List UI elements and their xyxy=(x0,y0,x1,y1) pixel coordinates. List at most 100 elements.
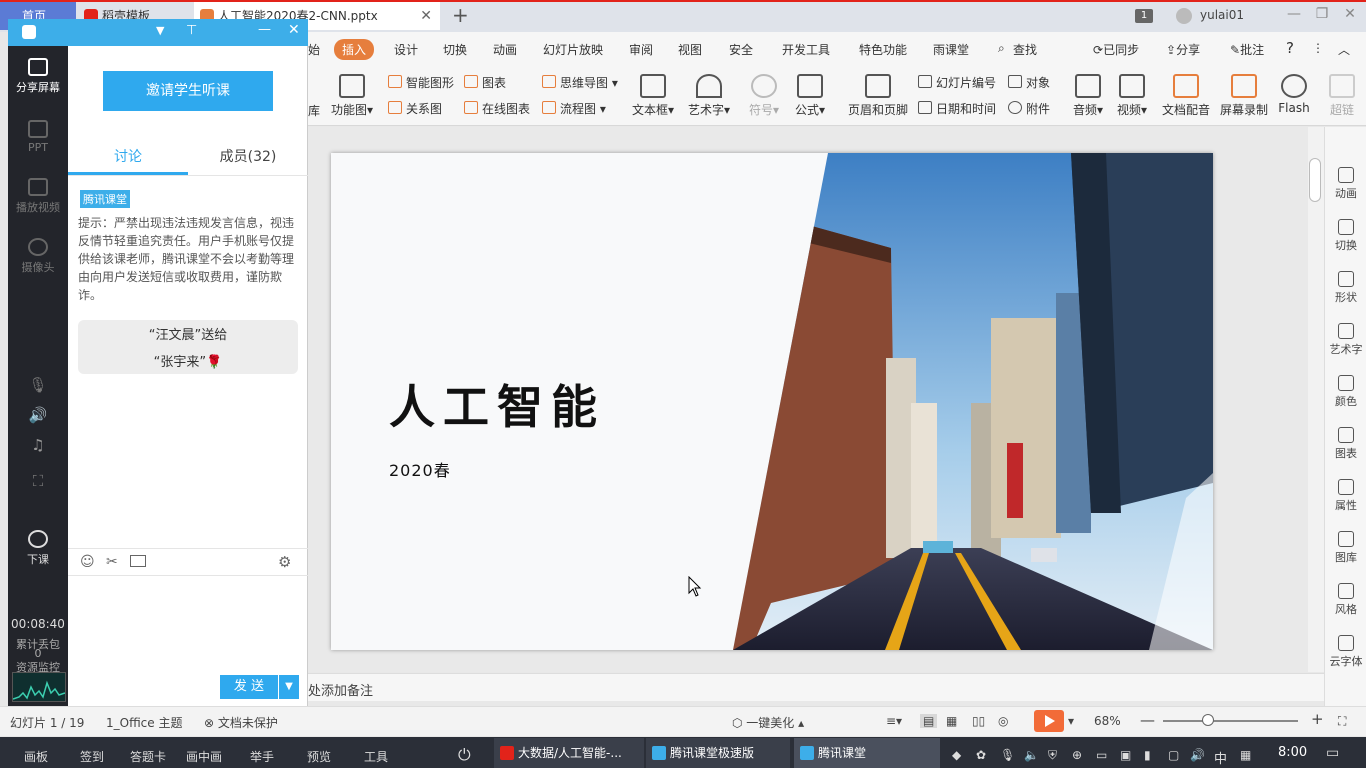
notes-toggle-icon[interactable]: ≡▾ xyxy=(886,714,902,728)
close-icon[interactable]: ✕ xyxy=(288,22,300,38)
object-button[interactable]: 对象 xyxy=(1008,74,1050,91)
formula-button[interactable]: 公式▾ xyxy=(790,74,830,118)
close-window-icon[interactable]: ✕ xyxy=(1340,6,1360,22)
taskbar-signin[interactable]: 签到 xyxy=(80,748,104,765)
ime-indicator[interactable]: 中 xyxy=(1214,748,1227,767)
zoom-slider[interactable] xyxy=(1163,720,1298,722)
tray-volume-icon[interactable]: 🔊 xyxy=(1190,748,1205,762)
minimize-icon[interactable]: — xyxy=(258,22,271,37)
vertical-scrollbar[interactable] xyxy=(1308,127,1324,672)
presenter-view-icon[interactable]: ◎ xyxy=(998,714,1008,728)
gear-icon[interactable]: ⚙ xyxy=(278,553,291,571)
ribbon-tab-features[interactable]: 特色功能 xyxy=(859,41,907,58)
taskbar-board[interactable]: 画板 xyxy=(24,748,48,765)
screenrec-button[interactable]: 屏幕录制 xyxy=(1216,74,1272,118)
panel-shape[interactable]: 形状 xyxy=(1325,271,1366,305)
taskbar-pip[interactable]: 画中画 xyxy=(186,748,222,765)
headerfooter-button[interactable]: 页眉和页脚 xyxy=(848,74,908,118)
flash-button[interactable]: Flash xyxy=(1274,74,1314,115)
panel-transition[interactable]: 切换 xyxy=(1325,219,1366,253)
tray-monitor-icon[interactable]: ▢ xyxy=(1168,748,1179,762)
end-class-button[interactable]: 下课 xyxy=(8,530,68,567)
zoom-in-icon[interactable]: + xyxy=(1311,710,1324,728)
clock[interactable]: 8:00 xyxy=(1278,745,1307,760)
reading-view-icon[interactable]: ▯▯ xyxy=(972,714,985,728)
invite-students-button[interactable]: 邀请学生听课 xyxy=(103,71,273,111)
flowchart-button[interactable]: 流程图 ▾ xyxy=(542,100,606,117)
share-button[interactable]: ⇪分享 xyxy=(1166,41,1200,58)
normal-view-icon[interactable]: ▤ xyxy=(920,714,938,728)
camera-button[interactable]: 摄像头 xyxy=(8,238,68,275)
panel-gallery[interactable]: 图库 xyxy=(1325,531,1366,565)
wordart-button[interactable]: 艺术字▾ xyxy=(684,74,734,118)
slide-subtitle[interactable]: 2020春 xyxy=(389,457,451,481)
panel-cloudfont[interactable]: 云字体 xyxy=(1325,635,1366,669)
ribbon-tab-view[interactable]: 视图 xyxy=(678,41,702,58)
symbol-button[interactable]: 符号▾ xyxy=(744,74,784,118)
close-tab-icon[interactable]: ✕ xyxy=(420,2,432,30)
slide-title[interactable]: 人工智能 xyxy=(389,371,605,437)
play-video-button[interactable]: 播放视频 xyxy=(8,178,68,215)
onlinechart-button[interactable]: 在线图表 xyxy=(464,100,530,117)
tab-discussion[interactable]: 讨论 xyxy=(68,146,188,166)
slide-sorter-icon[interactable]: ▦ xyxy=(946,714,957,728)
power-icon[interactable]: ⏻ xyxy=(458,745,471,765)
taskbar-task-tencent-lite[interactable]: 腾讯课堂极速版 xyxy=(646,738,790,768)
notification-icon[interactable]: ▭ xyxy=(1326,745,1339,761)
tray-cube-icon[interactable]: ◆ xyxy=(952,748,961,762)
ribbon-tab-developer[interactable]: 开发工具 xyxy=(782,41,830,58)
pin-icon[interactable]: ⊤ xyxy=(186,23,197,38)
ribbon-tab-transition[interactable]: 切换 xyxy=(443,41,467,58)
datetime-button[interactable]: 日期和时间 xyxy=(918,100,996,117)
scissors-icon[interactable]: ✂ xyxy=(106,554,118,570)
taskbar-preview[interactable]: 预览 xyxy=(307,748,331,765)
send-options-icon[interactable]: ▼ xyxy=(279,675,299,699)
keyboard-grid-icon[interactable]: ▦ xyxy=(1240,748,1251,762)
panel-chart[interactable]: 图表 xyxy=(1325,427,1366,461)
attach-button[interactable]: 附件 xyxy=(1008,100,1050,117)
tab-members[interactable]: 成员(32) xyxy=(188,146,308,166)
beautify-button[interactable]: ⬡ 一键美化 ▴ xyxy=(732,714,804,731)
play-dropdown-icon[interactable]: ▾ xyxy=(1068,714,1074,728)
comment-button[interactable]: ✎批注 xyxy=(1230,41,1264,58)
username[interactable]: yulai01 xyxy=(1200,8,1244,22)
taskbar-task-wps[interactable]: 大数据/人工智能-... xyxy=(494,738,644,768)
audio-button[interactable]: 音频▾ xyxy=(1068,74,1108,118)
more-icon[interactable]: ⋮ xyxy=(1312,41,1324,55)
textbox-button[interactable]: 文本框▾ xyxy=(628,74,678,118)
scrollbar-thumb[interactable] xyxy=(1309,158,1321,202)
microphone-icon[interactable]: 🎙 xyxy=(8,376,68,394)
music-icon[interactable]: ♫ xyxy=(8,436,68,454)
ribbon-tab-insert[interactable]: 插入 xyxy=(334,39,375,60)
emoji-icon[interactable]: ☺ xyxy=(80,554,95,570)
ribbon-tab-slideshow[interactable]: 幻灯片放映 xyxy=(543,41,603,58)
avatar[interactable] xyxy=(1176,8,1192,24)
dropdown-icon[interactable]: ▼ xyxy=(156,24,164,37)
protect-status[interactable]: ⊗ 文档未保护 xyxy=(204,714,278,731)
tray-battery-icon[interactable]: ▮ xyxy=(1144,748,1151,762)
tray-flower-icon[interactable]: ✿ xyxy=(976,748,986,762)
ribbon-tab-design[interactable]: 设计 xyxy=(394,41,418,58)
search-icon[interactable]: ⌕ xyxy=(998,41,1005,56)
lib-button[interactable]: 库 xyxy=(308,102,320,119)
send-button[interactable]: 发 送 xyxy=(220,675,278,699)
new-tab-icon[interactable]: + xyxy=(452,3,469,27)
notes-pane[interactable] xyxy=(308,673,1324,701)
chat-input[interactable] xyxy=(68,577,308,672)
fit-window-icon[interactable]: ⛶ xyxy=(1338,714,1346,729)
notes-placeholder[interactable]: 处添加备注 xyxy=(308,680,373,699)
help-icon[interactable]: ? xyxy=(1286,39,1294,57)
tray-mic-icon[interactable]: 🎙 xyxy=(1000,748,1015,762)
fullscreen-icon[interactable]: ⛶ xyxy=(8,472,68,490)
taskbar-raise-hand[interactable]: 举手 xyxy=(250,748,274,765)
minimize-icon[interactable]: — xyxy=(1284,6,1304,22)
zoom-slider-knob[interactable] xyxy=(1202,714,1214,726)
sync-status[interactable]: ⟳已同步 xyxy=(1093,41,1139,58)
tray-update-icon[interactable]: ⊕ xyxy=(1072,748,1082,762)
restore-icon[interactable]: ❐ xyxy=(1312,6,1332,22)
tray-security-icon[interactable]: ⛨ xyxy=(1048,748,1057,763)
mindmap-button[interactable]: 思维导图 ▾ xyxy=(542,74,618,91)
play-slideshow-button[interactable] xyxy=(1034,710,1064,732)
ribbon-tab-animation[interactable]: 动画 xyxy=(493,41,517,58)
share-screen-button[interactable]: 分享屏幕 xyxy=(8,58,68,95)
